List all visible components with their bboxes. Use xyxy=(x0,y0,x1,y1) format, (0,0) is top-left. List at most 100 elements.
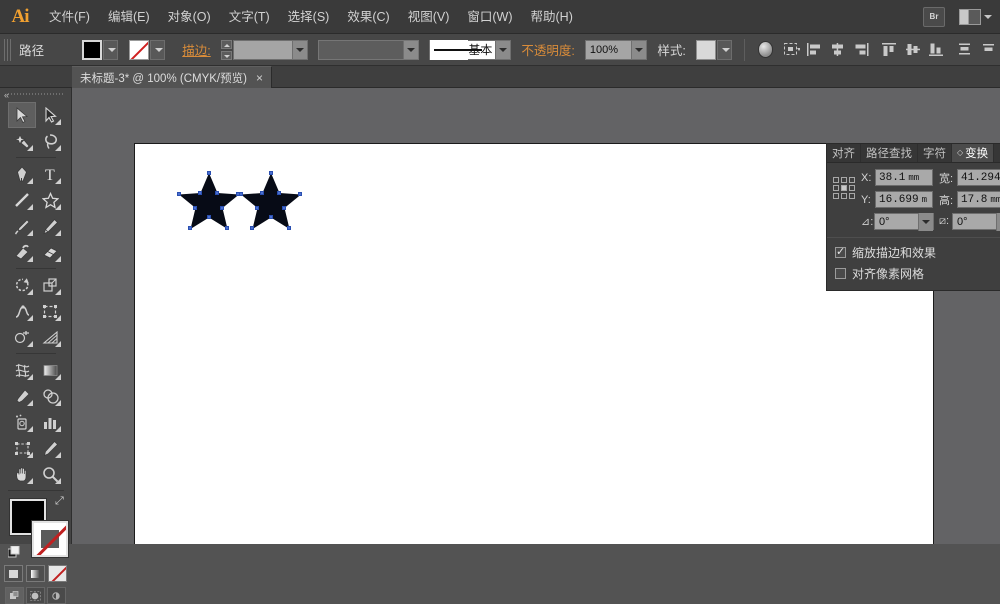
align-center-horizontal-icon[interactable] xyxy=(829,40,846,59)
stepper-up[interactable] xyxy=(221,40,232,49)
shear-combo[interactable]: 0° xyxy=(952,213,1000,230)
bridge-button[interactable]: Br xyxy=(923,7,945,27)
lasso-tool[interactable] xyxy=(36,128,64,154)
y-input[interactable]: 16.699 m xyxy=(875,191,933,208)
eyedropper-tool[interactable] xyxy=(8,383,36,409)
draw-inside-button[interactable] xyxy=(47,587,66,604)
anchor-point[interactable] xyxy=(225,226,229,230)
star-tool[interactable] xyxy=(36,187,64,213)
anchor-point[interactable] xyxy=(277,191,281,195)
star-shape-1[interactable] xyxy=(178,171,240,234)
anchor-point[interactable] xyxy=(198,191,202,195)
shear-dropdown[interactable] xyxy=(996,213,1000,231)
magic-wand-tool[interactable] xyxy=(8,128,36,154)
fill-dropdown[interactable] xyxy=(103,40,118,60)
free-transform-tool[interactable] xyxy=(36,298,64,324)
tab-character[interactable]: 字符 xyxy=(918,144,952,162)
pencil-tool[interactable] xyxy=(36,213,64,239)
anchor-point[interactable] xyxy=(250,226,254,230)
tab-align[interactable]: 对齐 xyxy=(827,144,861,162)
align-center-vertical-icon[interactable] xyxy=(904,40,921,59)
default-fill-stroke-icon[interactable] xyxy=(8,546,21,559)
symbol-sprayer-tool[interactable] xyxy=(8,409,36,435)
workspace-switcher[interactable] xyxy=(959,9,992,25)
anchor-point[interactable] xyxy=(193,206,197,210)
scale-strokes-effects-checkbox[interactable] xyxy=(835,247,846,258)
stroke-weight-stepper[interactable] xyxy=(221,40,232,60)
blend-tool[interactable] xyxy=(36,383,64,409)
menu-select[interactable]: 选择(S) xyxy=(279,0,339,34)
anchor-point[interactable] xyxy=(269,215,273,219)
artboard-tool[interactable] xyxy=(8,435,36,461)
star-shape-2[interactable] xyxy=(240,171,302,234)
stroke-weight-label[interactable]: 描边: xyxy=(182,40,210,59)
eraser-tool[interactable] xyxy=(36,239,64,265)
shear-field-group[interactable]: ⧄: 0° xyxy=(939,213,1000,230)
ref-point-tc[interactable] xyxy=(841,177,847,183)
menu-window[interactable]: 窗口(W) xyxy=(458,0,521,34)
x-input[interactable]: 38.1 mm xyxy=(875,169,933,186)
perspective-grid-tool[interactable] xyxy=(36,324,64,350)
menu-object[interactable]: 对象(O) xyxy=(159,0,220,34)
anchor-point[interactable] xyxy=(287,226,291,230)
mesh-tool[interactable] xyxy=(8,357,36,383)
anchor-point[interactable] xyxy=(215,191,219,195)
ref-point-bc[interactable] xyxy=(841,193,847,199)
close-icon[interactable]: × xyxy=(256,71,263,85)
align-right-icon[interactable] xyxy=(853,40,870,59)
anchor-point[interactable] xyxy=(207,171,211,175)
draw-normal-button[interactable] xyxy=(5,587,24,604)
scale-tool[interactable] xyxy=(36,272,64,298)
document-tab[interactable]: 未标题-3* @ 100% (CMYK/预览) × xyxy=(72,66,272,88)
opacity-combo[interactable]: 100% xyxy=(585,40,647,60)
column-graph-tool[interactable] xyxy=(36,409,64,435)
color-mode-button[interactable] xyxy=(4,565,23,582)
selection-tool[interactable] xyxy=(8,102,36,128)
ref-point-ml[interactable] xyxy=(833,185,839,191)
rotate-combo[interactable]: 0° xyxy=(874,213,934,230)
scale-strokes-effects-row[interactable]: 缩放描边和效果 xyxy=(827,244,1000,261)
ref-point-bl[interactable] xyxy=(833,193,839,199)
fill-swatch[interactable] xyxy=(82,40,102,60)
line-segment-tool[interactable] xyxy=(8,187,36,213)
artboard[interactable] xyxy=(134,143,934,544)
stroke-swatch-none[interactable] xyxy=(129,40,149,60)
ref-point-tl[interactable] xyxy=(833,177,839,183)
stroke-weight-dropdown[interactable] xyxy=(292,41,307,59)
height-field-group[interactable]: 高: 17.8 mm xyxy=(939,191,1000,208)
swap-fill-stroke-icon[interactable]: ⤢ xyxy=(55,495,68,508)
menu-effect[interactable]: 效果(C) xyxy=(338,0,398,34)
opacity-label[interactable]: 不透明度: xyxy=(521,40,574,59)
hand-tool[interactable] xyxy=(8,461,36,487)
brush-definition-dropdown[interactable] xyxy=(495,41,510,59)
ref-point-center[interactable] xyxy=(841,185,847,191)
y-field-group[interactable]: Y: 16.699 m xyxy=(861,191,933,208)
tab-pathfinder[interactable]: 路径查找 xyxy=(861,144,918,162)
variable-width-dropdown[interactable] xyxy=(403,41,418,59)
ref-point-tr[interactable] xyxy=(849,177,855,183)
menu-view[interactable]: 视图(V) xyxy=(399,0,459,34)
anchor-point[interactable] xyxy=(255,206,259,210)
stepper-down[interactable] xyxy=(221,51,232,60)
paintbrush-tool[interactable] xyxy=(8,213,36,239)
zoom-tool[interactable] xyxy=(36,461,64,487)
stroke-dropdown[interactable] xyxy=(150,40,165,60)
ref-point-mr[interactable] xyxy=(849,185,855,191)
recolor-artwork-icon[interactable] xyxy=(758,41,774,58)
brush-definition-combo[interactable]: 基本 xyxy=(429,40,512,60)
tab-transform[interactable]: ◇ 变换 xyxy=(952,144,994,162)
anchor-point[interactable] xyxy=(207,215,211,219)
anchor-point[interactable] xyxy=(220,206,224,210)
anchor-point[interactable] xyxy=(298,192,302,196)
distribute-center-icon[interactable] xyxy=(980,40,997,59)
graphic-style-control[interactable] xyxy=(696,40,732,60)
align-pixel-grid-row[interactable]: 对齐像素网格 xyxy=(827,265,1000,282)
menu-file[interactable]: 文件(F) xyxy=(40,0,99,34)
rotate-dropdown[interactable] xyxy=(918,213,933,231)
x-field-group[interactable]: X: 38.1 mm xyxy=(861,169,933,186)
none-mode-button[interactable] xyxy=(48,565,67,582)
width-input[interactable]: 41.294 xyxy=(957,169,1000,186)
gradient-tool[interactable] xyxy=(36,357,64,383)
reference-point-selector[interactable] xyxy=(833,177,855,199)
menu-help[interactable]: 帮助(H) xyxy=(522,0,582,34)
